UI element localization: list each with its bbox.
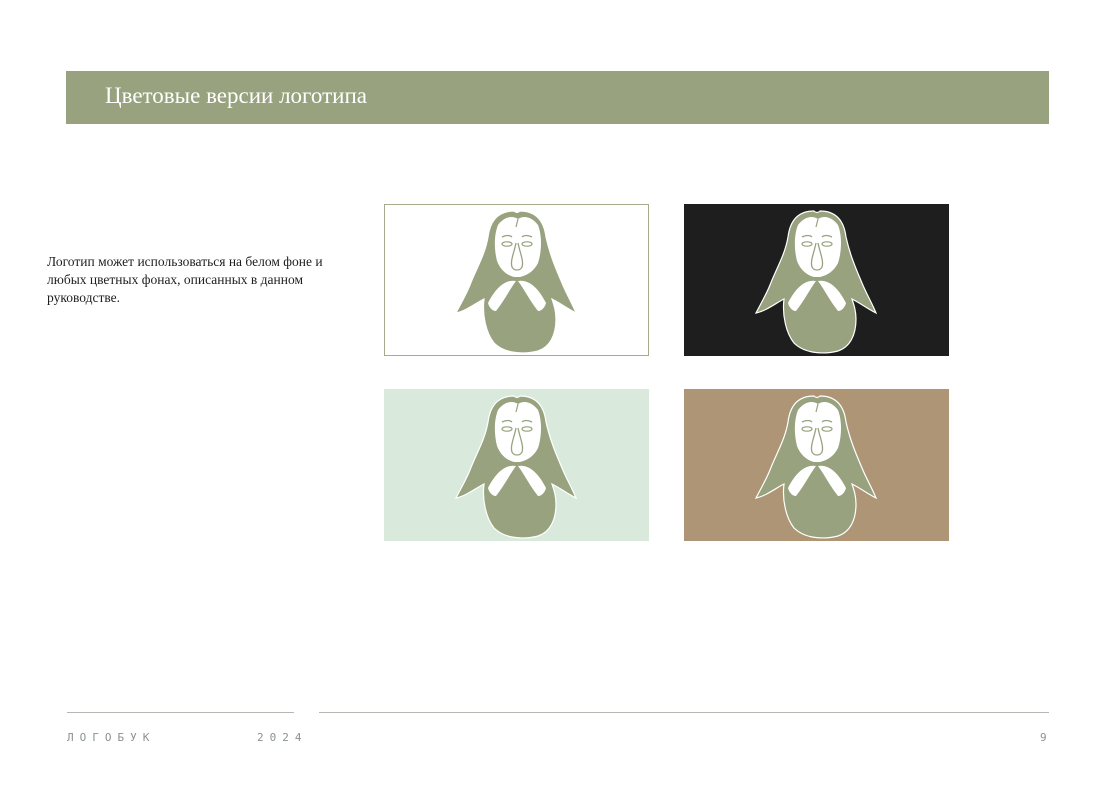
logo-tile-white-background [384, 204, 649, 356]
footer-divider-right [319, 712, 1049, 713]
logo-image [455, 395, 577, 539]
page-number: 9 [1040, 731, 1047, 744]
footer-divider-left [67, 712, 294, 713]
footer-year: 2024 [257, 731, 308, 744]
logo-image [455, 210, 577, 354]
logo-image [755, 395, 877, 539]
footer-brand: ЛОГОБУК [67, 731, 156, 744]
logo-tile-black-background [684, 204, 949, 356]
logo-tile-mint-background [384, 389, 649, 541]
description-text: Логотип может использоваться на белом фо… [47, 254, 323, 305]
title-bar: Цветовые версии логотипа [66, 71, 1049, 124]
logo-tile-tan-background [684, 389, 949, 541]
logo-image [755, 210, 877, 354]
page-title: Цветовые версии логотипа [105, 83, 367, 108]
